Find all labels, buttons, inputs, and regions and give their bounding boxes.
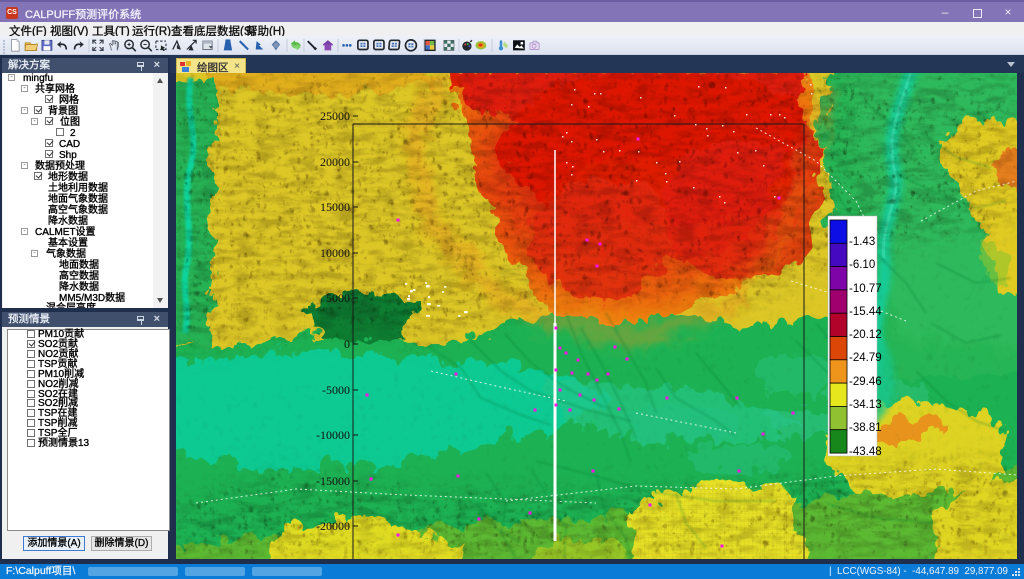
svg-text:-24.79: -24.79 [849, 352, 882, 364]
svg-text:-43.48: -43.48 [849, 446, 882, 458]
svg-text:-38.81: -38.81 [849, 422, 882, 434]
svg-text:-10.77: -10.77 [849, 283, 882, 295]
svg-text:-6.10: -6.10 [849, 259, 875, 271]
svg-text:-15.44: -15.44 [849, 306, 882, 318]
svg-text:-15000: -15000 [316, 474, 350, 488]
svg-text:-29.46: -29.46 [849, 376, 882, 388]
svg-text:5000: 5000 [326, 291, 350, 305]
svg-text:-20.12: -20.12 [849, 329, 882, 341]
svg-text:10000: 10000 [320, 246, 350, 260]
svg-text:-10000: -10000 [316, 428, 350, 442]
svg-text:-5000: -5000 [322, 383, 350, 397]
svg-text:-1.43: -1.43 [849, 236, 875, 248]
svg-text:15000: 15000 [320, 200, 350, 214]
svg-text:20000: 20000 [320, 155, 350, 169]
svg-text:-34.13: -34.13 [849, 399, 882, 411]
svg-text:25000: 25000 [320, 109, 350, 123]
svg-text:0: 0 [344, 337, 350, 351]
svg-text:-20000: -20000 [316, 519, 350, 533]
